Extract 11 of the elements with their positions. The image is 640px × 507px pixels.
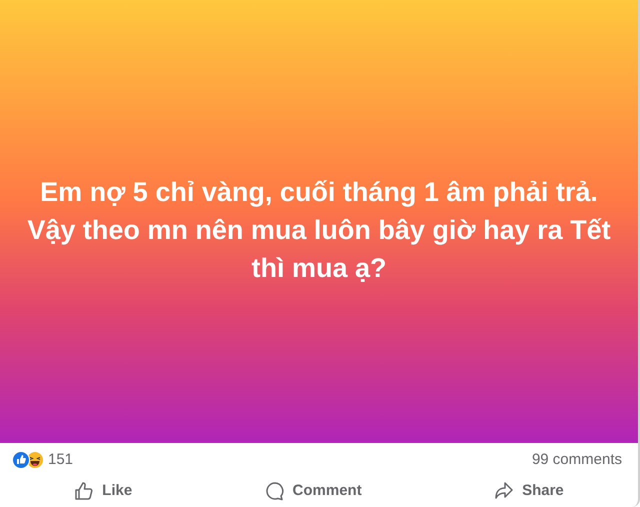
like-button[interactable]: Like — [66, 476, 140, 506]
comment-button[interactable]: Comment — [256, 476, 370, 506]
speech-bubble-icon — [264, 481, 285, 501]
share-button[interactable]: Share — [486, 476, 572, 506]
post-text: Em nợ 5 chỉ vàng, cuối tháng 1 âm phải trả. Vậy theo mn nên mua luôn bây giờ hay ra Tết thì mua ạ? — [26, 176, 612, 284]
share-arrow-icon — [494, 481, 514, 501]
laughing-face-icon — [26, 451, 44, 469]
thumbs-up-icon — [74, 481, 94, 501]
reaction-count[interactable]: 151 — [48, 448, 74, 472]
comments-count[interactable]: 99 comments — [532, 448, 626, 472]
like-reaction-icon — [12, 451, 30, 469]
